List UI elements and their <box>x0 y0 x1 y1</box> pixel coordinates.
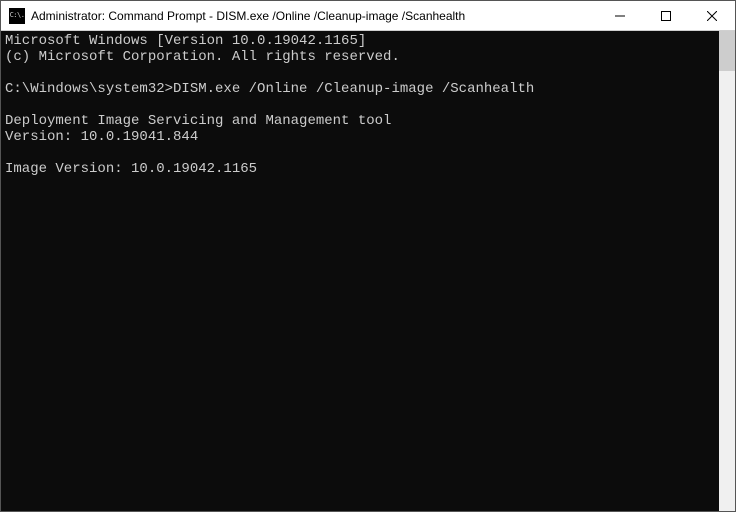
vertical-scrollbar[interactable] <box>719 31 735 511</box>
cmd-icon: C:\. <box>9 8 25 24</box>
window-title: Administrator: Command Prompt - DISM.exe… <box>31 9 597 23</box>
console-line <box>5 97 715 113</box>
console-line: Deployment Image Servicing and Managemen… <box>5 113 715 129</box>
maximize-icon <box>661 11 671 21</box>
minimize-icon <box>615 11 625 21</box>
console-line: C:\Windows\system32>DISM.exe /Online /Cl… <box>5 81 715 97</box>
scrollbar-thumb[interactable] <box>719 31 735 71</box>
close-icon <box>707 11 717 21</box>
minimize-button[interactable] <box>597 1 643 30</box>
console-line: (c) Microsoft Corporation. All rights re… <box>5 49 715 65</box>
maximize-button[interactable] <box>643 1 689 30</box>
console-output[interactable]: Microsoft Windows [Version 10.0.19042.11… <box>1 31 719 511</box>
console-area: Microsoft Windows [Version 10.0.19042.11… <box>1 31 735 511</box>
console-line: Image Version: 10.0.19042.1165 <box>5 161 715 177</box>
window-controls <box>597 1 735 30</box>
console-line <box>5 145 715 161</box>
console-line: Version: 10.0.19041.844 <box>5 129 715 145</box>
console-line <box>5 65 715 81</box>
cmd-icon-glyph: C:\. <box>10 12 25 19</box>
window-titlebar: C:\. Administrator: Command Prompt - DIS… <box>1 1 735 31</box>
console-line <box>5 177 715 193</box>
close-button[interactable] <box>689 1 735 30</box>
console-line: Microsoft Windows [Version 10.0.19042.11… <box>5 33 715 49</box>
